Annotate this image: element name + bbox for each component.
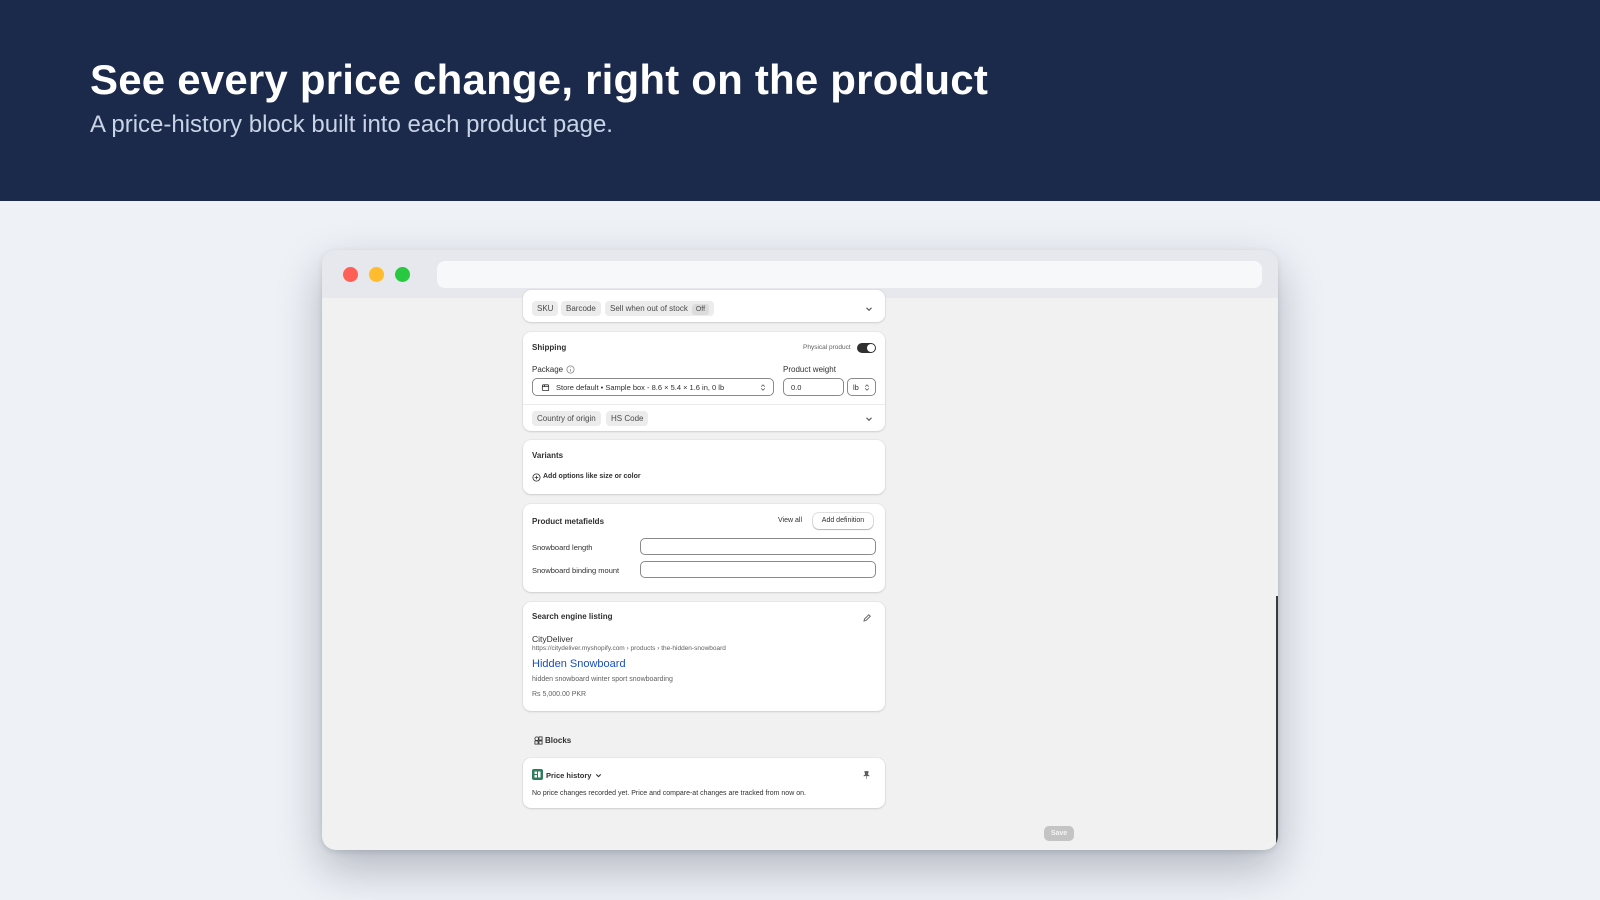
package-value: Store default • Sample box - 8.6 × 5.4 ×…: [556, 383, 725, 392]
weight-unit-value: lb: [853, 383, 859, 392]
price-history-app-icon: [532, 769, 543, 780]
chevron-down-icon[interactable]: [864, 414, 874, 424]
seo-url: https://citydeliver.myshopify.com › prod…: [532, 645, 726, 652]
blocks-icon: [534, 736, 543, 745]
info-icon: [566, 365, 575, 374]
maximize-window-button[interactable]: [395, 267, 410, 282]
barcode-chip[interactable]: Barcode: [561, 301, 601, 316]
close-window-button[interactable]: [343, 267, 358, 282]
metafield-label: Snowboard length: [532, 543, 593, 552]
save-button[interactable]: Save: [1044, 826, 1074, 841]
metafields-title: Product metafields: [532, 517, 605, 526]
pin-icon[interactable]: [862, 770, 871, 780]
seo-price: Rs 5,000.00 PKR: [532, 691, 587, 698]
package-label: Package: [532, 365, 564, 374]
sell-when-out-label: Sell when out of stock: [610, 304, 688, 313]
sell-when-out-chip[interactable]: Sell when out of stock Off: [605, 301, 715, 316]
shipping-divider: [523, 404, 885, 405]
view-all-button[interactable]: View all: [774, 513, 806, 529]
package-select[interactable]: Store default • Sample box - 8.6 × 5.4 ×…: [532, 378, 774, 396]
pencil-icon[interactable]: [862, 613, 872, 623]
snowboard-length-input[interactable]: [640, 538, 876, 555]
shipping-title: Shipping: [532, 343, 567, 352]
hs-code-chip[interactable]: HS Code: [606, 411, 649, 426]
chevron-down-icon[interactable]: [594, 771, 603, 780]
physical-product-label: Physical product: [803, 344, 851, 351]
address-bar[interactable]: [437, 261, 1262, 288]
sku-chip[interactable]: SKU: [532, 301, 559, 316]
price-history-title[interactable]: Price history: [546, 771, 591, 780]
browser-window: SKU Barcode Sell when out of stock Off Sh…: [322, 250, 1278, 850]
product-weight-label: Product weight: [783, 365, 836, 374]
product-weight-value: 0.0: [791, 383, 802, 392]
chevron-down-icon[interactable]: [864, 304, 874, 314]
weight-unit-select[interactable]: lb: [847, 378, 876, 396]
product-page-content: SKU Barcode Sell when out of stock Off Sh…: [322, 290, 1278, 850]
product-weight-input[interactable]: 0.0: [783, 378, 844, 396]
seo-page-title: Hidden Snowboard: [532, 658, 626, 670]
select-arrows-icon: [760, 384, 766, 391]
seo-title: Search engine listing: [532, 612, 613, 621]
blocks-heading: Blocks: [545, 736, 572, 745]
country-of-origin-chip[interactable]: Country of origin: [532, 411, 601, 426]
variants-title: Variants: [532, 451, 564, 460]
seo-card: Search engine listing CityDeliver https:…: [523, 602, 885, 711]
physical-product-toggle[interactable]: [857, 343, 876, 353]
scrollbar-edge: [1276, 596, 1278, 850]
snowboard-binding-mount-input[interactable]: [640, 561, 876, 578]
select-arrows-icon: [864, 384, 870, 391]
seo-description: hidden snowboard winter sport snowboardi…: [532, 676, 673, 683]
hero-banner: See every price change, right on the pro…: [0, 0, 1600, 201]
minimize-window-button[interactable]: [369, 267, 384, 282]
inventory-card: SKU Barcode Sell when out of stock Off: [523, 290, 885, 322]
price-history-card: Price history No price changes recorded …: [523, 758, 885, 808]
sell-when-out-state: Off: [691, 304, 710, 315]
metafields-card: Product metafields View all Add definiti…: [523, 504, 885, 592]
seo-store-name: CityDeliver: [532, 634, 574, 644]
add-options-link[interactable]: Add options like size or color: [543, 473, 641, 480]
price-history-message: No price changes recorded yet. Price and…: [532, 790, 806, 797]
hero-title: See every price change, right on the pro…: [90, 56, 989, 103]
variants-card: Variants Add options like size or color: [523, 440, 885, 494]
metafield-label: Snowboard binding mount: [532, 566, 620, 575]
hero-subtitle: A price-history block built into each pr…: [90, 111, 613, 138]
package-icon: [541, 384, 550, 392]
shipping-card: Shipping Physical product Package Store …: [523, 332, 885, 431]
plus-circle-icon[interactable]: [532, 473, 541, 482]
add-definition-button[interactable]: Add definition: [813, 513, 873, 529]
